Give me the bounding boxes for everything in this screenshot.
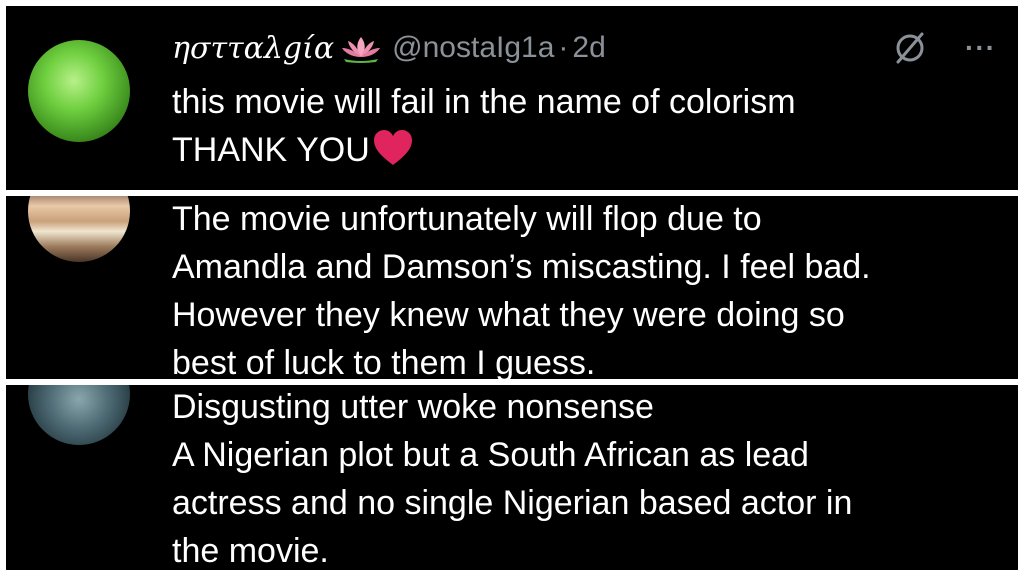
post-text-line: THANK YOU: [172, 131, 370, 169]
post-text-line: A Nigerian plot but a South African as l…: [172, 436, 809, 474]
grok-icon[interactable]: [892, 30, 928, 66]
post-text: Disgusting utter woke nonsense A Nigeria…: [172, 385, 1002, 570]
post-text: The movie unfortunately will flop due to…: [172, 196, 1002, 379]
post-text-line: best of luck to them I guess.: [172, 344, 596, 379]
post-text-line: this movie will fail in the name of colo…: [172, 83, 796, 121]
post-panel-3[interactable]: Disgusting utter woke nonsense A Nigeria…: [6, 385, 1018, 570]
post-text-line: the movie.: [172, 532, 329, 570]
user-handle[interactable]: @nostaIg1a: [392, 31, 554, 65]
post-text-line: Disgusting utter woke nonsense: [172, 388, 654, 426]
post-panel-1[interactable]: ηστταλgία @nostaIg1a · 2d ··· this movie…: [6, 6, 1018, 190]
avatar[interactable]: [28, 196, 130, 262]
separator-dot: ·: [558, 31, 569, 64]
avatar[interactable]: [28, 385, 130, 445]
lotus-icon: [340, 33, 382, 63]
timestamp[interactable]: 2d: [572, 31, 605, 65]
heart-icon: [372, 129, 414, 167]
avatar[interactable]: [28, 40, 130, 142]
more-options-icon[interactable]: ···: [965, 34, 996, 62]
post-text-line: The movie unfortunately will flop due to: [172, 200, 762, 238]
post-header: ηστταλgία @nostaIg1a · 2d: [172, 26, 606, 70]
post-text-line: actress and no single Nigerian based act…: [172, 484, 853, 522]
post-text-line-with-emoji: THANK YOU: [172, 126, 1002, 174]
display-name[interactable]: ηστταλgία: [172, 31, 334, 66]
post-panel-2[interactable]: The movie unfortunately will flop due to…: [6, 196, 1018, 379]
post-text: this movie will fail in the name of colo…: [172, 78, 1002, 174]
post-text-line: However they knew what they were doing s…: [172, 296, 845, 334]
post-text-line: Amandla and Damson’s miscasting. I feel …: [172, 248, 871, 286]
